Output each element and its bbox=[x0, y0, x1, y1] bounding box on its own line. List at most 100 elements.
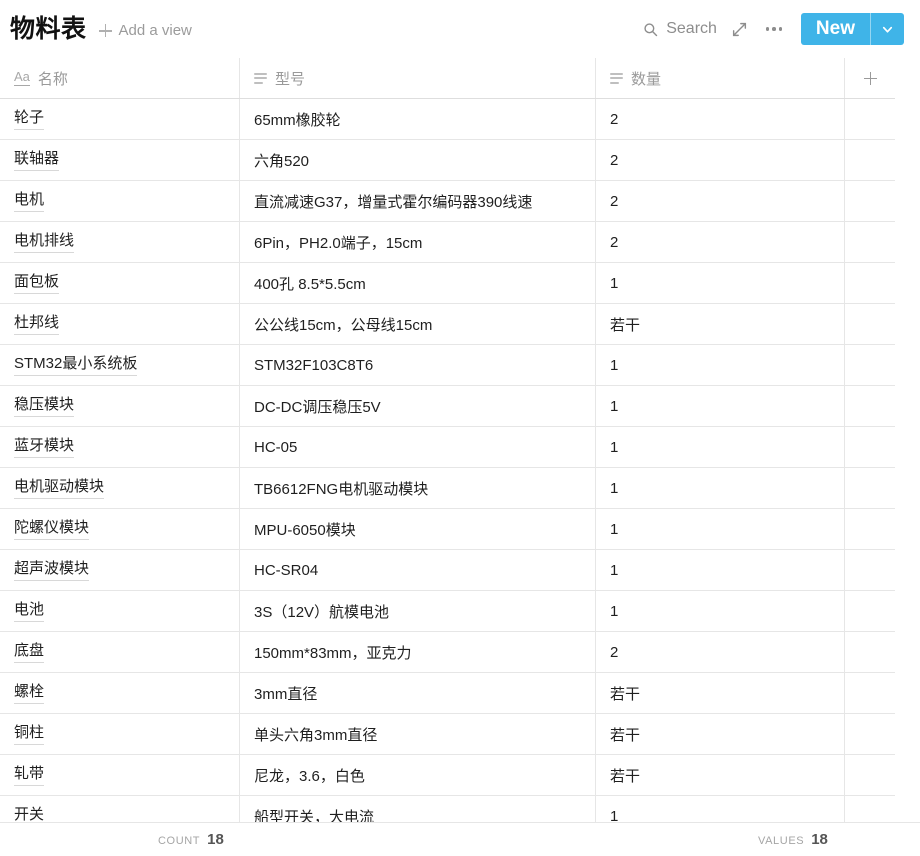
cell-model[interactable]: 6Pin，PH2.0端子，15cm bbox=[240, 222, 596, 262]
cell-name[interactable]: 电机驱动模块 bbox=[0, 468, 240, 508]
table-row[interactable]: 轮子65mm橡胶轮2 bbox=[0, 99, 895, 140]
table-row[interactable]: 开关 船型开关，大电流1 bbox=[0, 796, 895, 822]
cell-model[interactable]: 单头六角3mm直径 bbox=[240, 714, 596, 754]
cell-quantity[interactable]: 1 bbox=[596, 550, 845, 590]
cell-name-text: 开关 bbox=[14, 805, 44, 822]
table-row[interactable]: 蓝牙模块HC-051 bbox=[0, 427, 895, 468]
table-row[interactable]: 轧带尼龙，3.6，白色若干 bbox=[0, 755, 895, 796]
cell-model[interactable]: TB6612FNG电机驱动模块 bbox=[240, 468, 596, 508]
summary-values-label: VALUES bbox=[758, 835, 804, 847]
search-button[interactable]: Search bbox=[637, 16, 723, 42]
cell-name[interactable]: STM32最小系统板 bbox=[0, 345, 240, 385]
cell-name[interactable]: 稳压模块 bbox=[0, 386, 240, 426]
cell-quantity[interactable]: 1 bbox=[596, 591, 845, 631]
table-row[interactable]: 联轴器六角5202 bbox=[0, 140, 895, 181]
cell-spacer bbox=[845, 714, 895, 754]
cell-quantity[interactable]: 若干 bbox=[596, 714, 845, 754]
summary-values[interactable]: VALUES 18 bbox=[758, 831, 828, 848]
cell-quantity[interactable]: 1 bbox=[596, 386, 845, 426]
cell-spacer bbox=[845, 591, 895, 631]
cell-quantity[interactable]: 1 bbox=[596, 427, 845, 467]
cell-model[interactable]: 直流减速G37，增量式霍尔编码器390线速 bbox=[240, 181, 596, 221]
column-header-model[interactable]: 型号 bbox=[240, 58, 596, 98]
table-row[interactable]: 电机 直流减速G37，增量式霍尔编码器390线速2 bbox=[0, 181, 895, 222]
cell-name[interactable]: 联轴器 bbox=[0, 140, 240, 180]
cell-quantity[interactable]: 若干 bbox=[596, 304, 845, 344]
table-row[interactable]: 稳压模块DC-DC调压稳压5V1 bbox=[0, 386, 895, 427]
cell-name[interactable]: 陀螺仪模块 bbox=[0, 509, 240, 549]
cell-model[interactable]: 六角520 bbox=[240, 140, 596, 180]
cell-model[interactable]: 尼龙，3.6，白色 bbox=[240, 755, 596, 795]
cell-quantity[interactable]: 2 bbox=[596, 140, 845, 180]
column-header-quantity[interactable]: 数量 bbox=[596, 58, 845, 98]
more-options-button[interactable] bbox=[757, 13, 791, 45]
table-row[interactable]: 电机驱动模块 TB6612FNG电机驱动模块1 bbox=[0, 468, 895, 509]
table-row[interactable]: 螺栓3mm直径若干 bbox=[0, 673, 895, 714]
cell-name-text: 铜柱 bbox=[14, 723, 44, 744]
cell-spacer bbox=[845, 550, 895, 590]
cell-quantity[interactable]: 2 bbox=[596, 632, 845, 672]
summary-count[interactable]: COUNT 18 bbox=[158, 831, 224, 848]
cell-model[interactable]: 65mm橡胶轮 bbox=[240, 99, 596, 139]
cell-quantity[interactable]: 2 bbox=[596, 181, 845, 221]
cell-quantity[interactable]: 1 bbox=[596, 345, 845, 385]
expand-button[interactable] bbox=[723, 13, 757, 45]
cell-name[interactable]: 超声波模块 bbox=[0, 550, 240, 590]
add-view-button[interactable]: Add a view bbox=[99, 22, 192, 39]
table-row[interactable]: 电池3S（12V）航模电池1 bbox=[0, 591, 895, 632]
cell-quantity[interactable]: 1 bbox=[596, 796, 845, 822]
cell-quantity[interactable]: 2 bbox=[596, 222, 845, 262]
table-row[interactable]: 陀螺仪模块 MPU-6050模块1 bbox=[0, 509, 895, 550]
cell-name[interactable]: 轮子 bbox=[0, 99, 240, 139]
cell-spacer bbox=[845, 345, 895, 385]
table-row[interactable]: 超声波模块 HC-SR041 bbox=[0, 550, 895, 591]
cell-spacer bbox=[845, 263, 895, 303]
cell-quantity[interactable]: 1 bbox=[596, 263, 845, 303]
table-row[interactable]: 电机排线6Pin，PH2.0端子，15cm2 bbox=[0, 222, 895, 263]
table-row[interactable]: 面包板400孔 8.5*5.5cm1 bbox=[0, 263, 895, 304]
cell-name-text: 陀螺仪模块 bbox=[14, 518, 89, 539]
cell-model[interactable]: 3mm直径 bbox=[240, 673, 596, 713]
cell-name[interactable]: 电机 bbox=[0, 181, 240, 221]
cell-name-text: STM32最小系统板 bbox=[14, 354, 137, 375]
records-grid[interactable]: Aa 名称 型号 数量 轮子65mm橡胶轮2联轴器六角5202电机直流减速G37… bbox=[0, 58, 920, 822]
table-row[interactable]: STM32最小系统板 STM32F103C8T61 bbox=[0, 345, 895, 386]
cell-model[interactable]: STM32F103C8T6 bbox=[240, 345, 596, 385]
cell-spacer bbox=[845, 304, 895, 344]
cell-quantity[interactable]: 若干 bbox=[596, 755, 845, 795]
cell-name[interactable]: 轧带 bbox=[0, 755, 240, 795]
cell-name-text: 电机 bbox=[14, 190, 44, 211]
cell-model[interactable]: 150mm*83mm，亚克力 bbox=[240, 632, 596, 672]
cell-name[interactable]: 开关 bbox=[0, 796, 240, 822]
cell-name[interactable]: 铜柱 bbox=[0, 714, 240, 754]
new-button[interactable]: New bbox=[801, 13, 870, 45]
add-column-button[interactable] bbox=[845, 58, 895, 98]
table-row[interactable]: 铜柱 单头六角3mm直径若干 bbox=[0, 714, 895, 755]
cell-name[interactable]: 电池 bbox=[0, 591, 240, 631]
cell-name[interactable]: 面包板 bbox=[0, 263, 240, 303]
cell-quantity[interactable]: 1 bbox=[596, 468, 845, 508]
table-row[interactable]: 底盘150mm*83mm，亚克力2 bbox=[0, 632, 895, 673]
cell-quantity[interactable]: 1 bbox=[596, 509, 845, 549]
cell-model[interactable]: 公公线15cm，公母线15cm bbox=[240, 304, 596, 344]
column-header-name[interactable]: Aa 名称 bbox=[0, 58, 240, 98]
cell-name[interactable]: 电机排线 bbox=[0, 222, 240, 262]
new-dropdown-button[interactable] bbox=[870, 13, 904, 45]
cell-model[interactable]: MPU-6050模块 bbox=[240, 509, 596, 549]
cell-name[interactable]: 底盘 bbox=[0, 632, 240, 672]
table-row[interactable]: 杜邦线公公线15cm，公母线15cm若干 bbox=[0, 304, 895, 345]
cell-model[interactable]: HC-SR04 bbox=[240, 550, 596, 590]
cell-quantity[interactable]: 若干 bbox=[596, 673, 845, 713]
cell-quantity[interactable]: 2 bbox=[596, 99, 845, 139]
cell-name-text: 电机驱动模块 bbox=[14, 477, 104, 498]
cell-name-text: 超声波模块 bbox=[14, 559, 89, 580]
cell-name[interactable]: 杜邦线 bbox=[0, 304, 240, 344]
cell-spacer bbox=[845, 427, 895, 467]
cell-name[interactable]: 蓝牙模块 bbox=[0, 427, 240, 467]
cell-name[interactable]: 螺栓 bbox=[0, 673, 240, 713]
cell-model[interactable]: 3S（12V）航模电池 bbox=[240, 591, 596, 631]
cell-model[interactable]: 船型开关，大电流 bbox=[240, 796, 596, 822]
cell-model[interactable]: 400孔 8.5*5.5cm bbox=[240, 263, 596, 303]
cell-model[interactable]: HC-05 bbox=[240, 427, 596, 467]
cell-model[interactable]: DC-DC调压稳压5V bbox=[240, 386, 596, 426]
